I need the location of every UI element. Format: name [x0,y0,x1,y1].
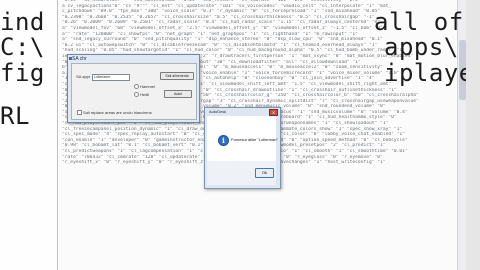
console-line-1: ind [0,8,45,36]
sa-dialog: SA chr SA appr Lollerlaner Sali allmrnen… [67,54,200,123]
console-line-1-right: all of [374,8,464,36]
ok-button[interactable]: Ok [255,168,274,178]
screen: ind C:\ fig RL "0.15" "ui_headfolder""" … [0,0,480,270]
right-edge-panel [466,0,480,270]
console-line-4: RL [0,102,30,130]
radio-option-1[interactable] [134,84,139,89]
message-text: Fornesur alike "Lollerman" [231,137,278,142]
field-label: SA appr [76,74,91,79]
sa-dialog-body: SA appr Lollerlaner Sali allmrnenta Hamm… [71,63,197,120]
console-line-2-right: apps\ [384,33,459,61]
option-checkbox[interactable] [77,110,82,115]
name-input[interactable]: Lollerlaner [92,74,130,81]
message-dialog-title: AutoDesk [209,109,227,114]
message-dialog: AutoDesk ✕ i Fornesur alike "Lollerman" … [204,107,281,189]
radio-option-2-label: Hedli [140,92,150,97]
bottom-action-button[interactable]: Autol [164,90,192,98]
top-action-button[interactable]: Sali allmrnenta [160,72,194,80]
radio-option-2[interactable] [134,92,139,97]
radio-option-1-label: Hammel [140,84,155,89]
console-line-3-right: iplaye [384,59,474,87]
close-icon[interactable]: ✕ [269,109,278,116]
info-icon: i [218,135,229,146]
sa-dialog-title: SA chr [72,56,87,62]
console-line-3: fig [0,59,45,87]
checkbox-label: Sali replace areas are unclu hiasvirens [83,110,152,115]
console-line-2: C:\ [0,33,45,61]
